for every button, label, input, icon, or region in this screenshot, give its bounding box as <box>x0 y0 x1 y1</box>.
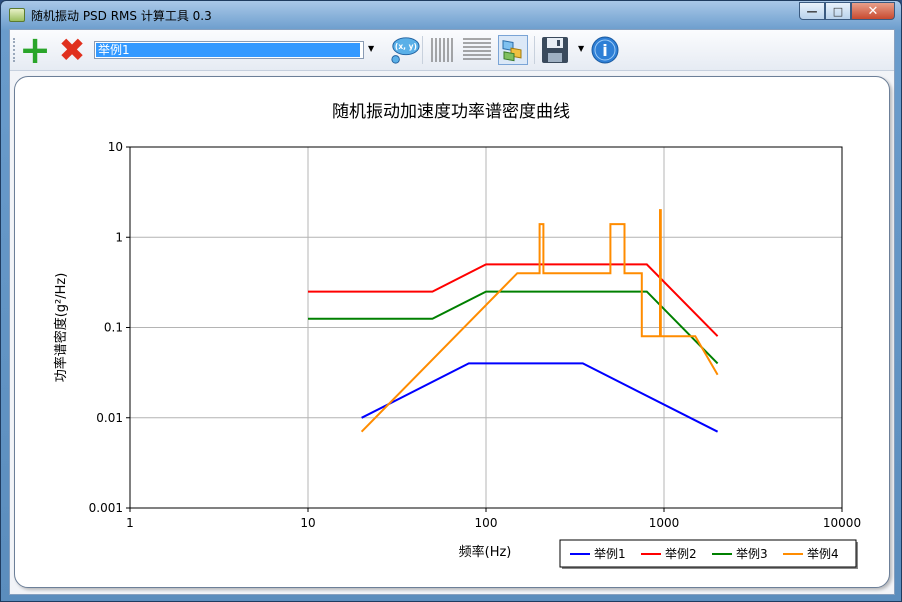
example-select[interactable]: 举例1 <box>94 41 364 59</box>
info-icon[interactable]: i <box>590 35 620 65</box>
save-icon[interactable] <box>540 35 570 65</box>
example-select-value: 举例1 <box>96 43 360 57</box>
y-tick-label: 0.1 <box>104 321 123 335</box>
legend-label: 举例3 <box>736 547 768 561</box>
y-tick-label: 10 <box>108 140 123 154</box>
chart-title: 随机振动加速度功率谱密度曲线 <box>332 102 570 122</box>
x-tick-label: 10 <box>300 516 315 530</box>
close-button[interactable]: ✕ <box>851 2 895 20</box>
app-icon <box>9 8 25 22</box>
psd-chart: 随机振动加速度功率谱密度曲线 1 10 100 1000 10000 0.001 0.01 0… <box>53 102 861 569</box>
delete-icon[interactable]: ✖ <box>57 34 87 66</box>
info-glyph: i <box>602 41 607 60</box>
x-tick-label: 10000 <box>823 516 861 530</box>
x-tick-label: 1000 <box>649 516 680 530</box>
series-lines <box>308 209 719 433</box>
legend-label: 举例2 <box>665 547 697 561</box>
vertical-grid-icon[interactable] <box>428 35 458 65</box>
x-tick-label: 100 <box>475 516 498 530</box>
grid-lines <box>130 147 842 508</box>
maximize-button[interactable]: □ <box>825 2 851 20</box>
xy-help-icon[interactable]: (x, y) <box>390 35 420 65</box>
y-tick-label: 1 <box>115 230 123 244</box>
toolbar: + ✖ 举例1 ▼ (x, y) ▼ i <box>10 30 894 71</box>
x-axis-label: 频率(Hz) <box>459 544 512 560</box>
toolbar-grip[interactable] <box>13 38 18 62</box>
horizontal-grid-icon[interactable] <box>462 35 492 65</box>
x-tick-label: 1 <box>126 516 134 530</box>
y-tick-label: 0.001 <box>89 501 123 515</box>
axis-ticks: 1 10 100 1000 10000 0.001 0.01 0.1 1 10 <box>89 140 861 530</box>
legend-label: 举例1 <box>594 547 626 561</box>
save-dropdown-chevron-icon[interactable]: ▼ <box>578 44 584 53</box>
y-axis-label: 功率谱密度(g²/Hz) <box>53 273 69 383</box>
legend: 举例1 举例2 举例3 举例4 <box>559 539 858 569</box>
chart-panel: 随机振动加速度功率谱密度曲线 1 10 100 1000 10000 0.001 0.01 0… <box>14 76 890 588</box>
xy-label: (x, y) <box>395 42 417 51</box>
app-window: 随机振动 PSD RMS 计算工具 0.3 — □ ✕ + ✖ 举例1 ▼ (x… <box>0 0 902 602</box>
minimize-button[interactable]: — <box>799 2 825 20</box>
toolbar-separator <box>422 36 423 64</box>
chevron-down-icon[interactable]: ▼ <box>368 44 374 53</box>
y-tick-label: 0.01 <box>96 411 123 425</box>
window-title: 随机振动 PSD RMS 计算工具 0.3 <box>31 9 212 23</box>
stacked-layers-icon[interactable] <box>498 35 528 65</box>
title-bar[interactable]: 随机振动 PSD RMS 计算工具 0.3 — □ ✕ <box>1 1 901 29</box>
client-area: + ✖ 举例1 ▼ (x, y) ▼ i 随机振动加速度功率谱密度曲线 1 10… <box>9 29 895 595</box>
toolbar-separator <box>534 36 535 64</box>
legend-label: 举例4 <box>807 547 839 561</box>
add-icon[interactable]: + <box>19 31 51 69</box>
